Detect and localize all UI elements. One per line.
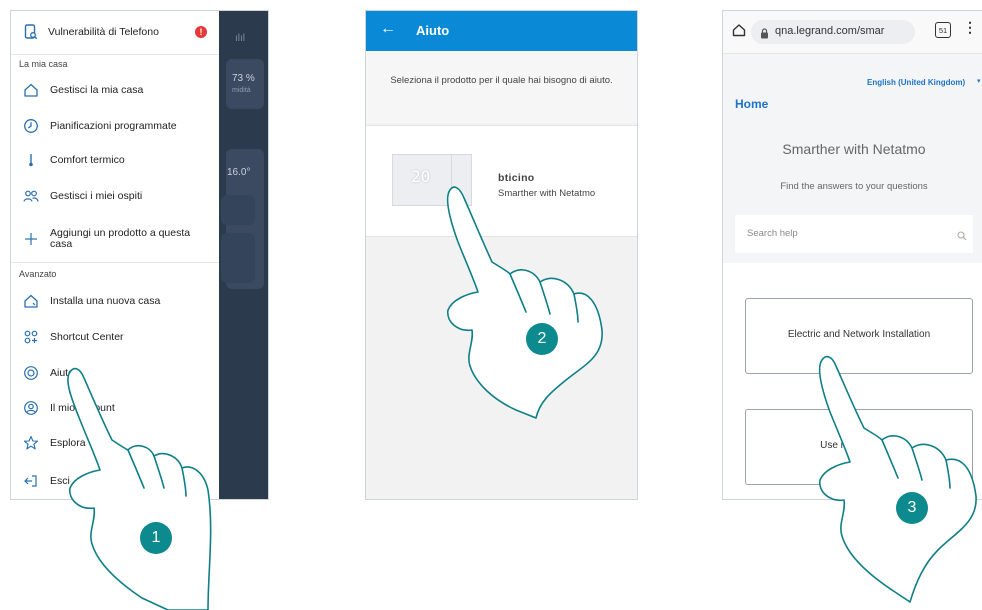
menu-item-manage-home[interactable]: Gestisci la mia casa [11, 75, 219, 105]
page-title: Aiuto [416, 23, 450, 38]
divider [11, 54, 219, 55]
menu-item-label: Gestisci la mia casa [50, 84, 144, 96]
clock-icon [23, 118, 39, 134]
menu-item-shortcut-center[interactable]: Shortcut Center [11, 322, 219, 352]
temperature-value: 16.0° [227, 167, 251, 178]
section-title-home: La mia casa [19, 59, 68, 69]
intro-text: Seleziona il prodotto per il quale hai b… [390, 75, 613, 86]
thermostat-display: 20 [411, 167, 431, 186]
pointing-hand-3 [818, 355, 977, 603]
page-subtitle: Find the answers to your questions [780, 181, 928, 192]
browser-toolbar: qna.legrand.com/smar 51 ⋮ [723, 11, 982, 54]
home-icon[interactable] [732, 23, 746, 42]
menu-item-phone-vulnerability[interactable]: Vulnerabilità di Telefono ! [11, 17, 219, 47]
alert-badge: ! [195, 26, 207, 38]
address-bar[interactable]: qna.legrand.com/smar [751, 20, 915, 44]
guests-icon [23, 188, 39, 204]
lock-icon [760, 26, 769, 44]
menu-item-label: Vulnerabilità di Telefono [48, 26, 159, 38]
page-title: Smarther with Netatmo [782, 141, 926, 157]
step-badge-3: 3 [896, 492, 928, 524]
logout-icon [23, 473, 39, 489]
pointing-hand-2 [446, 186, 603, 419]
phone-search-icon [23, 24, 39, 40]
home-link[interactable]: Home [735, 97, 768, 111]
background-card [226, 59, 264, 109]
chevron-down-icon[interactable]: ▾ [977, 77, 981, 85]
menu-item-add-product[interactable]: Aggiungi un prodotto a questa casa [11, 221, 219, 257]
more-options-icon[interactable]: ⋮ [963, 20, 977, 34]
background-card [221, 195, 255, 225]
star-icon [23, 435, 39, 451]
menu-item-label: Aggiungi un prodotto a questa casa [50, 227, 191, 250]
menu-item-label: Shortcut Center [50, 331, 124, 343]
background-card [221, 233, 255, 283]
lifebuoy-icon [23, 365, 39, 381]
url-text: qna.legrand.com/smar [775, 25, 885, 37]
step-badge-2: 2 [526, 323, 558, 355]
language-selector[interactable]: English (United Kingdom) [867, 78, 965, 87]
menu-item-install-new-home[interactable]: Installa una nuova casa [11, 286, 219, 316]
menu-item-label: Installa una nuova casa [50, 295, 161, 307]
thermometer-icon [23, 152, 39, 168]
menu-item-label: Pianificazioni programmate [50, 120, 177, 132]
divider [11, 262, 219, 263]
topic-label: Electric and Network Installation [787, 329, 931, 340]
tab-count-button[interactable]: 51 [935, 22, 951, 38]
menu-item-guests[interactable]: Gestisci i miei ospiti [11, 181, 219, 211]
shortcut-grid-icon [23, 329, 39, 345]
signal-icon: ılıl [235, 33, 245, 44]
humidity-value: 73 % [232, 73, 255, 84]
menu-item-label: Comfort termico [50, 154, 125, 166]
account-icon [23, 400, 39, 416]
intro-panel: Seleziona il prodotto per il quale hai b… [366, 51, 637, 123]
back-arrow-icon[interactable]: ← [380, 20, 396, 38]
new-home-icon [23, 293, 39, 309]
step-badge-1: 1 [140, 522, 172, 554]
menu-item-label: Gestisci i miei ospiti [50, 190, 143, 202]
menu-item-thermal-comfort[interactable]: Comfort termico [11, 145, 219, 175]
app-header: ← Aiuto [366, 11, 637, 51]
home-icon [23, 82, 39, 98]
menu-item-schedules[interactable]: Pianificazioni programmate [11, 111, 219, 141]
search-input[interactable]: Search help [735, 215, 973, 253]
section-title-advanced: Avanzato [19, 269, 57, 279]
pointing-hand-1 [67, 367, 212, 610]
humidity-label: midità [232, 87, 251, 94]
plus-icon [23, 231, 39, 247]
search-icon[interactable] [957, 228, 967, 246]
search-placeholder: Search help [747, 228, 798, 239]
